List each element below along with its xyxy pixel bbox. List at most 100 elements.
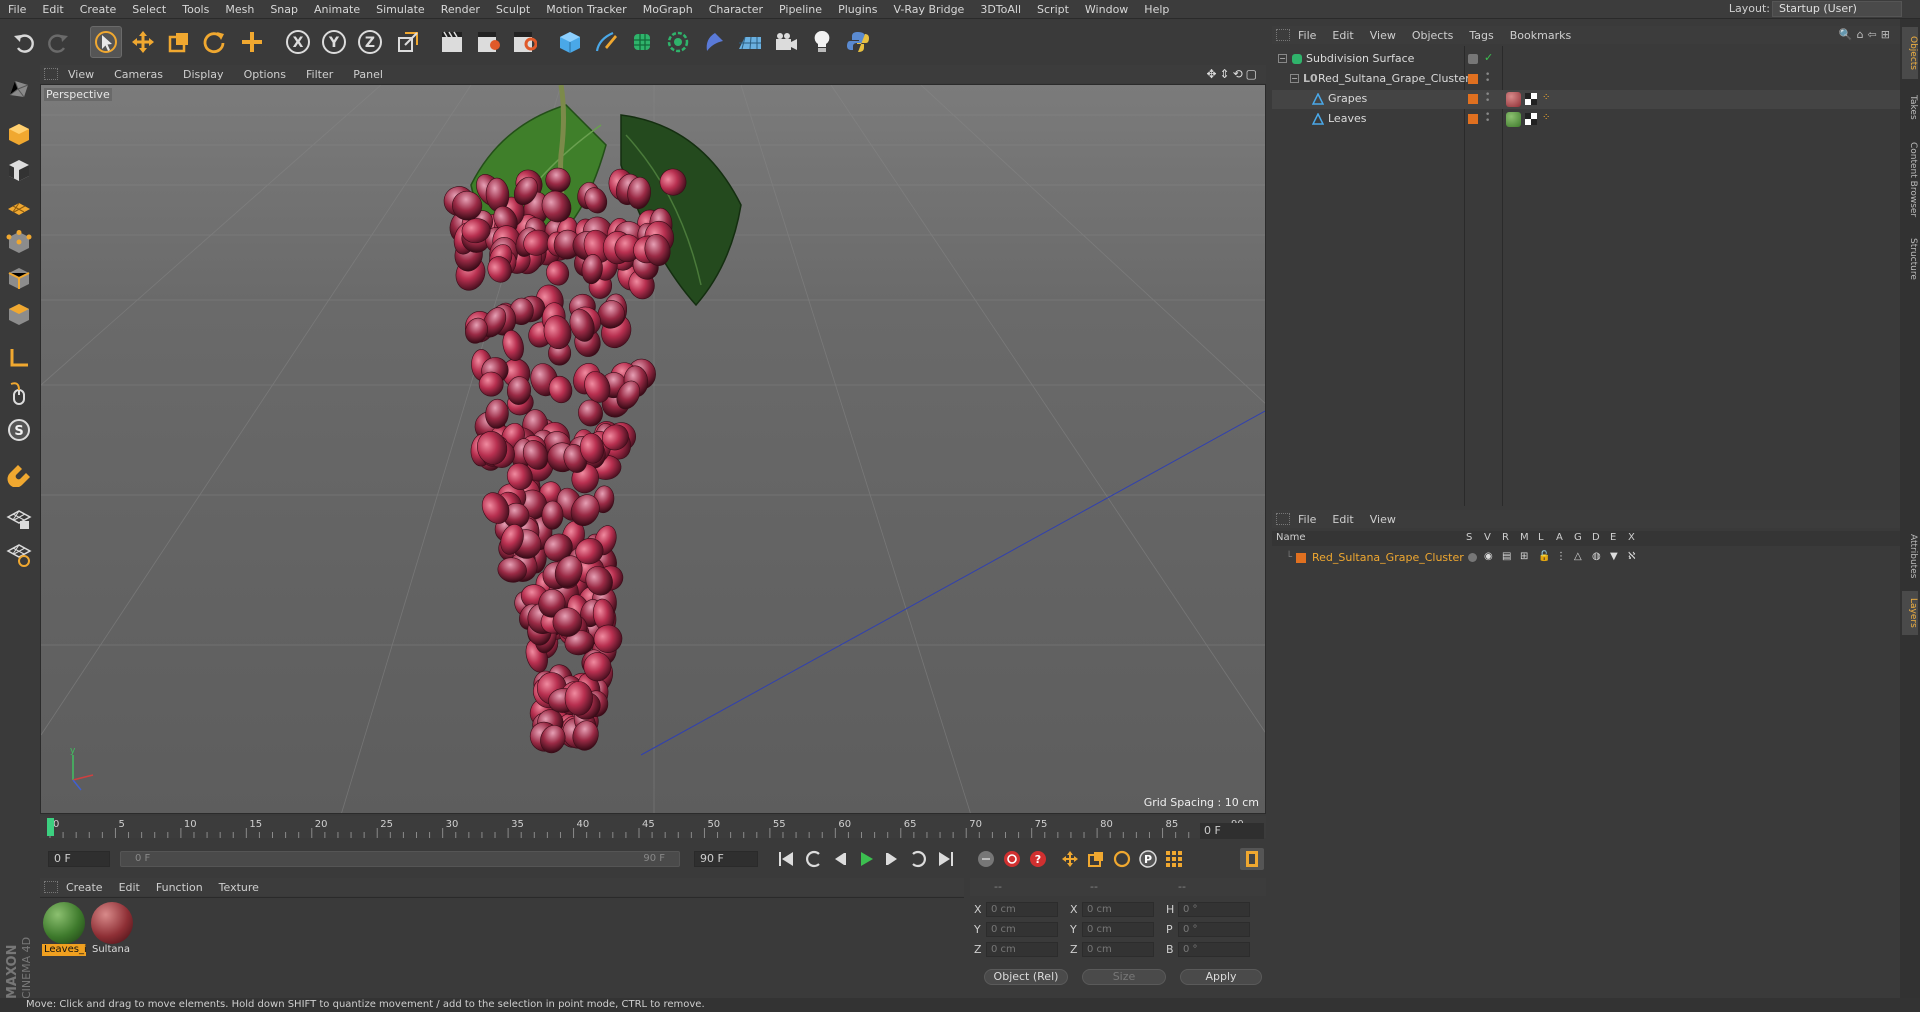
viewport-menu-filter[interactable]: Filter <box>296 68 343 81</box>
layer-swatch[interactable] <box>1468 54 1478 64</box>
object-menu-tags[interactable]: Tags <box>1461 29 1501 42</box>
texture-mode-button[interactable] <box>3 154 35 186</box>
deformer-button[interactable] <box>698 26 730 58</box>
render-view-button[interactable] <box>436 26 468 58</box>
add-tool-button[interactable] <box>236 26 268 58</box>
apply-button[interactable]: Apply <box>1180 969 1262 985</box>
layer-swatch[interactable] <box>1468 74 1478 84</box>
visibility-dots-icon[interactable]: • • <box>1485 91 1490 106</box>
y-axis-button[interactable]: Y <box>318 26 350 58</box>
menu-tools[interactable]: Tools <box>174 3 217 16</box>
goto-start-button[interactable] <box>774 848 798 870</box>
menu-mesh[interactable]: Mesh <box>217 3 262 16</box>
object-row-subdivision-surface[interactable]: − Subdivision Surface ✓ <box>1272 50 1900 69</box>
layer-render-toggle[interactable]: ▤ <box>1502 551 1511 562</box>
magnet-button[interactable] <box>3 458 35 490</box>
visibility-dots-icon[interactable]: • • <box>1485 71 1490 86</box>
expand-toggle[interactable]: − <box>1290 74 1299 83</box>
polygons-mode-button[interactable] <box>3 298 35 330</box>
tab-attributes[interactable]: Attributes <box>1902 525 1918 587</box>
autokey-button[interactable] <box>1000 848 1024 870</box>
enabled-check-icon[interactable]: ✓ <box>1484 51 1493 64</box>
keyframe-selection-button[interactable]: ? <box>1026 848 1050 870</box>
next-frame-button[interactable] <box>880 848 904 870</box>
subdivision-button[interactable] <box>626 26 658 58</box>
layer-swatch[interactable] <box>1468 114 1478 124</box>
perspective-viewport[interactable]: y Perspective Grid Spacing : 10 cm <box>40 84 1266 814</box>
menu-sculpt[interactable]: Sculpt <box>488 3 538 16</box>
rotation-field[interactable]: 0 ° <box>1178 902 1250 917</box>
size-field[interactable]: 0 cm <box>1082 922 1154 937</box>
viewport-menu-view[interactable]: View <box>58 68 104 81</box>
goto-previous-key-button[interactable] <box>802 848 826 870</box>
object-row-leaves[interactable]: Leaves • • ⁘ <box>1272 110 1900 129</box>
tweak-mode-button[interactable] <box>3 378 35 410</box>
layer-row[interactable]: └ Red_Sultana_Grape_Cluster ◉ ▤ ⊞ 🔓 ⋮ △ … <box>1272 549 1900 566</box>
layer-color-swatch[interactable] <box>1296 553 1306 563</box>
expand-toggle[interactable]: − <box>1278 54 1287 63</box>
python-button[interactable] <box>842 26 874 58</box>
make-editable-button[interactable] <box>3 72 35 104</box>
viewport-menu-cameras[interactable]: Cameras <box>104 68 173 81</box>
layer-animation-toggle[interactable]: ⋮ <box>1556 551 1566 562</box>
start-frame-field[interactable]: 0 F <box>48 851 110 867</box>
grape-cluster-model[interactable] <box>441 85 841 814</box>
menu-create[interactable]: Create <box>72 3 125 16</box>
layer-xref-toggle[interactable]: ℵ <box>1628 551 1635 562</box>
select-tool-button[interactable] <box>90 26 122 58</box>
workplane-button[interactable] <box>3 190 35 222</box>
position-field[interactable]: 0 cm <box>986 922 1058 937</box>
viewport-menu-display[interactable]: Display <box>173 68 234 81</box>
array-button[interactable] <box>662 26 694 58</box>
position-field[interactable]: 0 cm <box>986 942 1058 957</box>
key-rotation-button[interactable] <box>1110 848 1134 870</box>
layer-swatch[interactable] <box>1468 94 1478 104</box>
axis-mode-button[interactable] <box>3 342 35 374</box>
key-position-button[interactable] <box>1058 848 1082 870</box>
move-tool-button[interactable] <box>127 26 159 58</box>
render-settings-button[interactable] <box>508 26 540 58</box>
grid-lock-button[interactable] <box>3 502 35 534</box>
layer-manager-toggle[interactable]: ⊞ <box>1520 551 1528 562</box>
menu-3dtoall[interactable]: 3DToAll <box>972 3 1029 16</box>
object-menu-view[interactable]: View <box>1362 29 1404 42</box>
camera-button[interactable] <box>770 26 802 58</box>
goto-end-button[interactable] <box>934 848 958 870</box>
menu-select[interactable]: Select <box>124 3 174 16</box>
points-mode-button[interactable] <box>3 226 35 258</box>
position-field[interactable]: 0 cm <box>986 902 1058 917</box>
menu-help[interactable]: Help <box>1136 3 1177 16</box>
menu-snap[interactable]: Snap <box>262 3 306 16</box>
coordinate-mode-select[interactable]: Object (Rel) <box>984 969 1068 985</box>
tab-layers[interactable]: Layers <box>1902 591 1918 635</box>
phong-tag-icon[interactable]: ⁘ <box>1542 112 1550 123</box>
key-scale-button[interactable] <box>1084 848 1108 870</box>
x-axis-button[interactable]: X <box>282 26 314 58</box>
layer-generators-toggle[interactable]: △ <box>1574 551 1582 562</box>
menu-character[interactable]: Character <box>701 3 771 16</box>
object-menu-edit[interactable]: Edit <box>1324 29 1361 42</box>
size-field[interactable]: 0 cm <box>1082 902 1154 917</box>
layer-deformers-toggle[interactable]: ◍ <box>1592 551 1601 562</box>
menu-edit[interactable]: Edit <box>34 3 71 16</box>
menu-animate[interactable]: Animate <box>306 3 368 16</box>
z-axis-button[interactable]: Z <box>354 26 386 58</box>
next-key-button[interactable] <box>906 848 930 870</box>
object-row-grapes[interactable]: Grapes • • ⁘ <box>1272 90 1900 109</box>
material-tag-icon[interactable] <box>1506 112 1521 127</box>
viewport-menu-panel[interactable]: Panel <box>343 68 393 81</box>
tab-content-browser[interactable]: Content Browser <box>1902 135 1918 225</box>
material-menu-edit[interactable]: Edit <box>111 881 148 894</box>
material-leaves[interactable]: Leaves_i <box>42 902 86 960</box>
menu-plugins[interactable]: Plugins <box>830 3 885 16</box>
object-menu-file[interactable]: File <box>1290 29 1324 42</box>
timeline-layout-button[interactable] <box>1240 848 1264 870</box>
menu-file[interactable]: File <box>0 3 34 16</box>
playhead[interactable] <box>47 818 54 836</box>
viewport-menu-options[interactable]: Options <box>234 68 296 81</box>
viewport-camera-label[interactable]: Perspective <box>44 88 112 101</box>
layer-name[interactable]: Red_Sultana_Grape_Cluster <box>1312 551 1464 564</box>
menu-motion-tracker[interactable]: Motion Tracker <box>538 3 634 16</box>
layer-lock-toggle[interactable]: 🔓 <box>1538 551 1550 562</box>
uvw-tag-icon[interactable] <box>1525 113 1537 125</box>
